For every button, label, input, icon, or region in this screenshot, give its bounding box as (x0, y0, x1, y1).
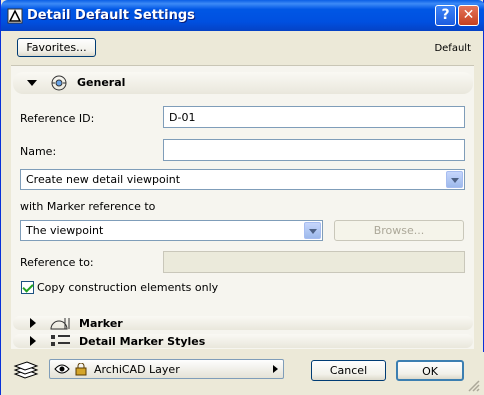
name-label: Name: (20, 145, 57, 158)
cancel-button[interactable]: Cancel (311, 360, 386, 381)
chevron-down-icon[interactable] (446, 171, 463, 188)
layers-icon (13, 361, 39, 379)
section-header-marker[interactable]: Marker (13, 316, 473, 330)
copy-construction-label[interactable]: Copy construction elements only (37, 281, 218, 294)
ok-button[interactable]: OK (396, 360, 464, 381)
layer-dropdown-value: ArchiCAD Layer (94, 363, 180, 376)
browse-button[interactable]: Browse... (334, 220, 464, 241)
chevron-right-icon[interactable] (273, 365, 278, 373)
favorites-button[interactable]: Favorites... (17, 38, 96, 57)
layer-dropdown[interactable]: ArchiCAD Layer (49, 359, 284, 379)
dialog-window: Detail Default Settings ? ✕ Favorites...… (0, 0, 484, 395)
reference-id-label: Reference ID: (20, 112, 95, 125)
close-button[interactable]: ✕ (458, 5, 479, 26)
name-input[interactable] (163, 139, 465, 161)
section-title-general: General (77, 76, 126, 89)
title-bar[interactable]: Detail Default Settings ? ✕ (1, 0, 484, 31)
reference-to-label: Reference to: (20, 256, 94, 269)
marker-reference-dropdown[interactable]: The viewpoint (20, 220, 323, 241)
section-header-general[interactable]: General (13, 72, 473, 94)
marker-icon (50, 318, 70, 330)
marker-styles-icon (51, 335, 70, 346)
collapsed-triangle-icon[interactable] (30, 336, 36, 346)
window-title: Detail Default Settings (27, 8, 195, 23)
resize-grip-icon[interactable] (468, 380, 480, 392)
section-title-marker: Marker (79, 317, 123, 330)
help-button[interactable]: ? (435, 5, 456, 26)
archicad-app-icon (7, 8, 23, 24)
marker-reference-value: The viewpoint (26, 224, 104, 237)
viewpoint-dropdown[interactable]: Create new detail viewpoint (20, 169, 465, 190)
expanded-triangle-icon[interactable] (27, 80, 37, 86)
section-title-marker-styles: Detail Marker Styles (79, 335, 206, 348)
reference-id-input[interactable]: D-01 (163, 106, 465, 128)
reference-to-input[interactable] (163, 251, 465, 273)
collapsed-triangle-icon[interactable] (30, 318, 36, 328)
copy-construction-checkbox[interactable] (21, 281, 34, 294)
default-label: Default (434, 43, 471, 54)
section-header-marker-styles[interactable]: Detail Marker Styles (13, 334, 473, 348)
general-settings-icon (51, 75, 67, 91)
marker-reference-label: with Marker reference to (20, 200, 156, 213)
lock-icon[interactable] (74, 363, 88, 376)
viewpoint-dropdown-value: Create new detail viewpoint (26, 173, 181, 186)
chevron-down-icon[interactable] (304, 222, 321, 239)
eye-icon[interactable] (54, 363, 70, 375)
